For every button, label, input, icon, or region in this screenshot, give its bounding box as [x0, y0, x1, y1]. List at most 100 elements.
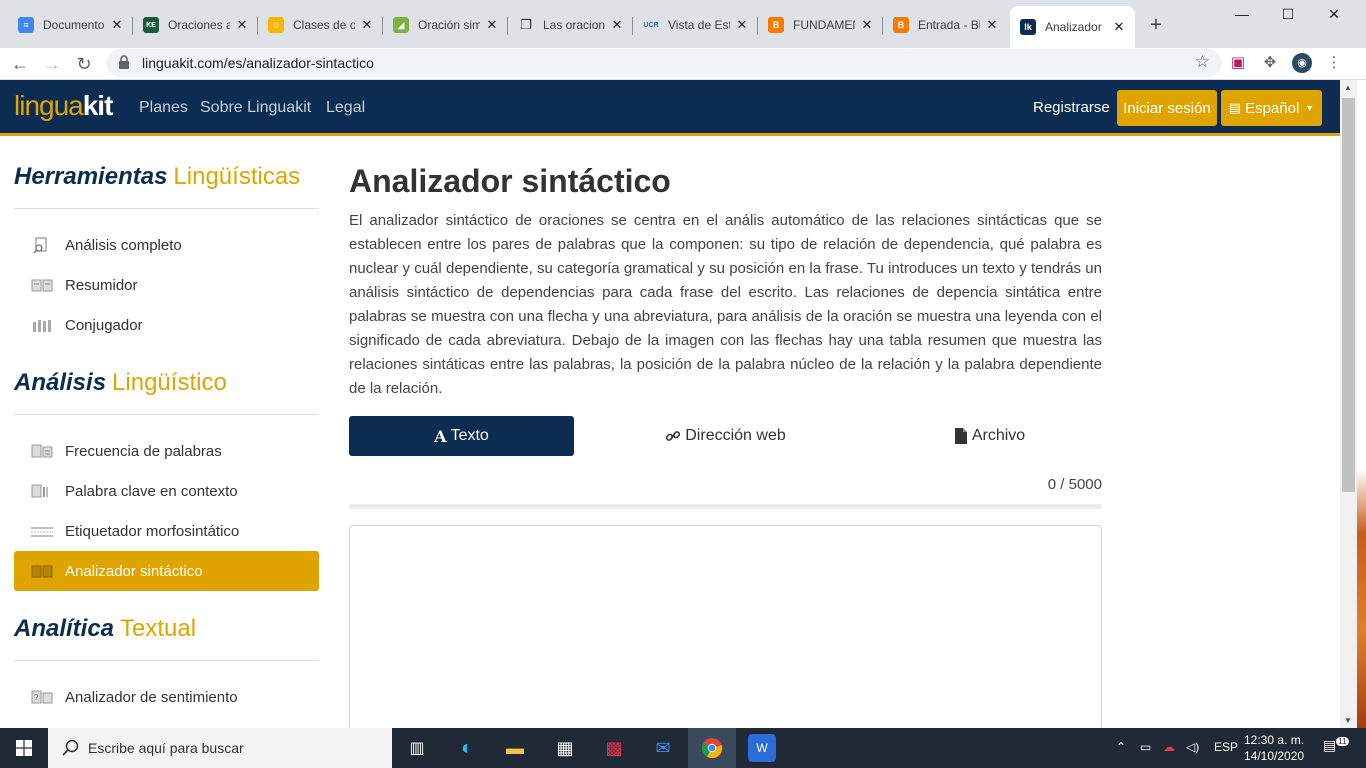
- browser-tab-active[interactable]: lk Analizador ✕: [1010, 6, 1135, 48]
- notifications-icon[interactable]: ▤ 11: [1323, 737, 1349, 754]
- close-tab-icon[interactable]: ✕: [1111, 19, 1127, 35]
- ucr-favicon-icon: UCR: [643, 21, 659, 29]
- sidebar-item-frecuencia[interactable]: Frecuencia de palabras: [14, 431, 319, 471]
- clock-time: 12:30 a. m.: [1244, 733, 1305, 747]
- system-clock[interactable]: 12:30 a. m. 14/10/2020: [1244, 732, 1304, 764]
- task-view-icon[interactable]: ▥: [403, 734, 431, 762]
- section-accent: Lingüístico: [112, 369, 227, 396]
- font-icon: A: [434, 426, 447, 446]
- store-icon[interactable]: ▦: [551, 734, 579, 762]
- gift-icon[interactable]: ▩: [600, 734, 628, 762]
- profile-avatar[interactable]: ◉: [1292, 53, 1312, 73]
- taskbar-search[interactable]: Escribe aquí para buscar: [48, 728, 392, 768]
- section-accent: Lingüísticas: [173, 163, 301, 190]
- forward-arrow-icon[interactable]: →: [40, 52, 64, 76]
- close-tab-icon[interactable]: ✕: [484, 17, 500, 33]
- text-input-area[interactable]: [349, 525, 1102, 745]
- sidebar-item-etiquetador[interactable]: Etiquetador morfosintático: [14, 511, 319, 551]
- search-icon: [62, 739, 79, 756]
- linguakit-logo[interactable]: linguakit: [14, 90, 113, 122]
- page-title: Analizador sintáctico: [349, 163, 671, 199]
- tab-texto[interactable]: A Texto: [349, 416, 574, 456]
- close-tab-icon[interactable]: ✕: [234, 17, 250, 33]
- sidebar-item-sentimiento[interactable]: ? Analizador de sentimiento: [14, 677, 319, 717]
- browser-tab-strip: ≡ Documento ✕ KE Oraciones a ✕ ☺ Clases …: [0, 0, 1366, 48]
- caret-down-icon: ▼: [1305, 103, 1315, 113]
- section-heading: Herramientas Lingüísticas: [14, 163, 300, 191]
- close-tab-icon[interactable]: ✕: [109, 17, 125, 33]
- back-arrow-icon[interactable]: ←: [8, 52, 32, 76]
- mail-icon[interactable]: ✉: [649, 734, 677, 762]
- language-dropdown[interactable]: ▤ Español ▼: [1221, 90, 1322, 126]
- browser-tab[interactable]: UCR Vista de Est ✕: [633, 8, 758, 42]
- bookmark-star-icon[interactable]: ☆: [1195, 52, 1210, 72]
- book-favicon-icon: ❐: [520, 17, 532, 32]
- close-tab-icon[interactable]: ✕: [984, 17, 1000, 33]
- register-link[interactable]: Registrarse: [1033, 99, 1110, 116]
- tab-direccion-web[interactable]: Dirección web: [613, 416, 838, 456]
- kebab-menu-icon[interactable]: ⋮: [1324, 53, 1344, 73]
- blogger-favicon-icon: B: [893, 17, 909, 33]
- volume-icon[interactable]: ◁): [1186, 740, 1199, 754]
- sidebar-item-palabra-clave[interactable]: Palabra clave en contexto: [14, 471, 319, 511]
- browser-tab[interactable]: ◢ Oración sim ✕: [383, 8, 508, 42]
- reload-icon[interactable]: ↻: [72, 52, 96, 76]
- browser-tab[interactable]: B Entrada - Bl ✕: [883, 8, 1008, 42]
- sidebar-item-label: Conjugador: [65, 316, 143, 334]
- browser-tab[interactable]: B FUNDAMEN ✕: [758, 8, 883, 42]
- close-window-icon[interactable]: ✕: [1311, 6, 1357, 26]
- battery-icon[interactable]: ▭: [1140, 740, 1151, 754]
- sidebar-item-analisis-completo[interactable]: Análisis completo: [14, 225, 319, 265]
- browser-tab[interactable]: ❐ Las oracion ✕: [508, 8, 633, 42]
- section-title: Analítica: [14, 615, 115, 642]
- chrome-icon[interactable]: [688, 728, 736, 768]
- tab-label: Archivo: [971, 427, 1026, 444]
- nav-link-sobre[interactable]: Sobre Linguakit: [200, 99, 311, 117]
- sentiment-icon: ?: [31, 690, 53, 704]
- sidebar-item-resumidor[interactable]: Resumidor: [14, 265, 319, 305]
- tab-archivo[interactable]: Archivo: [877, 416, 1102, 456]
- scrollbar-thumb[interactable]: [1342, 98, 1355, 492]
- sidebar-item-label: Frecuencia de palabras: [65, 442, 222, 460]
- tray-chevron-icon[interactable]: ⌃: [1116, 740, 1126, 754]
- page-scrollbar[interactable]: ▲ ▼: [1340, 80, 1357, 728]
- scroll-up-arrow-icon[interactable]: ▲: [1344, 83, 1352, 92]
- browser-tab[interactable]: ☺ Clases de o ✕: [258, 8, 383, 42]
- close-tab-icon[interactable]: ✕: [734, 17, 750, 33]
- browser-tab[interactable]: ≡ Documento ✕: [8, 8, 133, 42]
- new-tab-icon[interactable]: +: [1145, 14, 1167, 36]
- edge-icon[interactable]: ◐: [453, 734, 481, 762]
- minimize-icon[interactable]: —: [1219, 6, 1265, 26]
- close-tab-icon[interactable]: ✕: [359, 17, 375, 33]
- sidebar-item-analizador-sintactico[interactable]: Analizador sintáctico: [14, 551, 319, 591]
- file-explorer-icon[interactable]: ▬: [501, 734, 529, 762]
- login-button-label: Iniciar sesión: [1123, 99, 1211, 117]
- onedrive-icon[interactable]: ☁: [1163, 740, 1175, 754]
- section-divider: [14, 208, 319, 209]
- summary-documents-icon: [31, 279, 53, 292]
- sidebar-item-label: Analizador sintáctico: [65, 562, 203, 580]
- login-button[interactable]: Iniciar sesión: [1117, 90, 1217, 126]
- nav-link-legal[interactable]: Legal: [326, 99, 365, 117]
- windows-start-icon[interactable]: [0, 728, 48, 768]
- close-tab-icon[interactable]: ✕: [609, 17, 625, 33]
- screen: ≡ Documento ✕ KE Oraciones a ✕ ☺ Clases …: [0, 0, 1366, 768]
- section-title: Análisis: [14, 369, 107, 396]
- sidebar-item-label: Análisis completo: [65, 236, 182, 254]
- input-language[interactable]: ESP: [1214, 740, 1238, 754]
- nav-link-planes[interactable]: Planes: [139, 99, 188, 117]
- word-icon[interactable]: W: [748, 734, 776, 762]
- sidebar-item-label: Analizador de sentimiento: [65, 688, 238, 706]
- character-progress-bar: [349, 504, 1102, 509]
- address-bar[interactable]: linguakit.com/es/analizador-sintactico ☆: [106, 49, 1222, 77]
- browser-tab[interactable]: KE Oraciones a ✕: [133, 8, 258, 42]
- section-title: Herramientas: [14, 163, 168, 190]
- puzzle-extensions-icon[interactable]: ✥: [1260, 53, 1280, 73]
- sidebar-item-conjugador[interactable]: Conjugador: [14, 305, 319, 345]
- section-accent: Textual: [120, 615, 197, 642]
- scroll-down-arrow-icon[interactable]: ▼: [1344, 716, 1352, 725]
- tagger-lines-icon: [31, 527, 53, 537]
- maximize-icon[interactable]: ☐: [1265, 6, 1311, 26]
- extension-icon[interactable]: ▣: [1228, 53, 1248, 73]
- close-tab-icon[interactable]: ✕: [859, 17, 875, 33]
